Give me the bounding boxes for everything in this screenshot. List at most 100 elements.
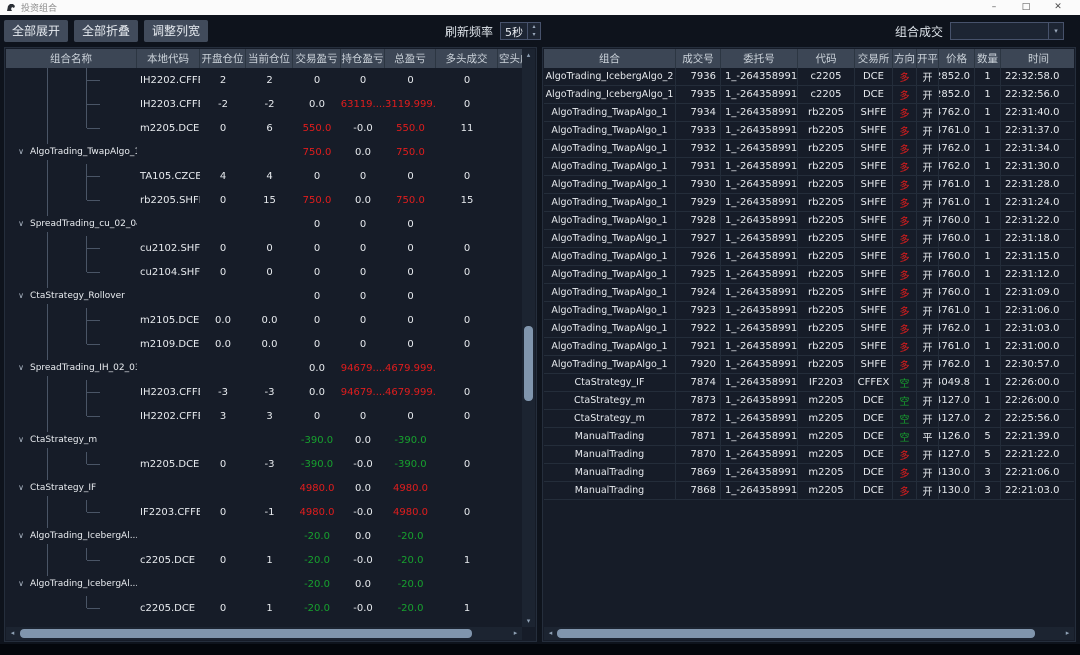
close-icon[interactable]: ✕ xyxy=(1042,0,1074,15)
column-header[interactable]: 开平 xyxy=(917,49,939,68)
cell: IH2202.CFFEX xyxy=(137,68,200,92)
trade-row[interactable]: CtaStrategy_m78721_-264358991_6m2205DCE空… xyxy=(544,410,1074,428)
chevron-down-icon[interactable]: ∨ xyxy=(14,577,28,591)
chevron-down-icon[interactable]: ∨ xyxy=(14,481,28,495)
trade-row[interactable]: AlgoTrading_IcebergAlgo_179351_-26435899… xyxy=(544,86,1074,104)
trade-row[interactable]: AlgoTrading_TwapAlgo_179341_-264358991..… xyxy=(544,104,1074,122)
column-header[interactable]: 交易盈亏 xyxy=(293,49,341,68)
trade-row[interactable]: AlgoTrading_TwapAlgo_179281_-264358991..… xyxy=(544,212,1074,230)
trade-row[interactable]: CtaStrategy_IF78741_-264358991_8IF2203CF… xyxy=(544,374,1074,392)
spin-down-icon[interactable]: ▾ xyxy=(528,31,540,39)
tree-group-row[interactable]: ∨AlgoTrading_IcebergAl...-20.00.0-20.0 xyxy=(6,524,522,548)
trade-row[interactable]: AlgoTrading_TwapAlgo_179241_-264358991..… xyxy=(544,284,1074,302)
horizontal-scrollbar[interactable]: ◂ ▸ xyxy=(544,627,1074,640)
scrollbar-thumb[interactable] xyxy=(524,326,533,401)
tree-child-row[interactable]: cu2102.SHFE000000 xyxy=(6,236,522,260)
vertical-scrollbar[interactable]: ▴ ▾ xyxy=(522,49,535,627)
column-header[interactable]: 开盘仓位 xyxy=(200,49,246,68)
column-header[interactable]: 多头成交 xyxy=(436,49,498,68)
column-header[interactable]: 本地代码 xyxy=(137,49,200,68)
column-header[interactable]: 时间 xyxy=(1001,49,1074,68)
tree-group-row[interactable]: ∨SpreadTrading_IH_02_030.094679....94679… xyxy=(6,356,522,380)
trade-row[interactable]: AlgoTrading_TwapAlgo_179261_-264358991..… xyxy=(544,248,1074,266)
chevron-down-icon[interactable]: ∨ xyxy=(14,289,28,303)
chevron-down-icon[interactable]: ∨ xyxy=(14,361,28,375)
cell xyxy=(498,548,522,572)
tree-child-row[interactable]: cu2104.SHFE000000 xyxy=(6,260,522,284)
spin-up-icon[interactable]: ▴ xyxy=(528,23,540,31)
trade-row[interactable]: AlgoTrading_TwapAlgo_179211_-264358991..… xyxy=(544,338,1074,356)
chevron-down-icon[interactable]: ∨ xyxy=(14,529,28,543)
column-header[interactable]: 交易所 xyxy=(855,49,893,68)
resize-columns-button[interactable]: 调整列宽 xyxy=(144,20,208,42)
column-header[interactable]: 空头成交 xyxy=(498,49,522,68)
scroll-right-icon[interactable]: ▸ xyxy=(1061,627,1074,639)
trade-row[interactable]: AlgoTrading_IcebergAlgo_279361_-26435899… xyxy=(544,68,1074,86)
column-header[interactable]: 成交号 xyxy=(676,49,721,68)
minimize-icon[interactable]: – xyxy=(978,0,1010,15)
trade-row[interactable]: AlgoTrading_TwapAlgo_179221_-264358991..… xyxy=(544,320,1074,338)
tree-child-row[interactable]: rb2205.SHFE015750.00.0750.015 xyxy=(6,188,522,212)
scrollbar-thumb[interactable] xyxy=(20,629,472,638)
portfolio-filter-combobox[interactable]: ▾ xyxy=(950,22,1064,40)
tree-group-row[interactable]: ∨AlgoTrading_IcebergAl...-20.00.0-20.0 xyxy=(6,572,522,596)
chevron-down-icon[interactable]: ▾ xyxy=(1048,23,1063,39)
trade-row[interactable]: AlgoTrading_TwapAlgo_179231_-264358991..… xyxy=(544,302,1074,320)
trade-row[interactable]: AlgoTrading_TwapAlgo_179321_-264358991..… xyxy=(544,140,1074,158)
maximize-icon[interactable]: □ xyxy=(1010,0,1042,15)
tree-child-row[interactable]: IH2203.CFFEX-2-20.063119....63119.999...… xyxy=(6,92,522,116)
tree-group-row[interactable]: ∨CtaStrategy_m-390.00.0-390.0 xyxy=(6,428,522,452)
column-header[interactable]: 当前仓位 xyxy=(246,49,293,68)
trade-row[interactable]: ManualTrading78681_-264358991_1m2205DCE多… xyxy=(544,482,1074,500)
trade-row[interactable]: AlgoTrading_TwapAlgo_179201_-264358991_9… xyxy=(544,356,1074,374)
tree-child-row[interactable]: IH2202.CFFEX330000 xyxy=(6,404,522,428)
scroll-left-icon[interactable]: ◂ xyxy=(544,627,557,639)
chevron-down-icon[interactable]: ∨ xyxy=(14,217,28,231)
chevron-down-icon[interactable]: ∨ xyxy=(14,433,28,447)
trade-row[interactable]: ManualTrading78711_-264358991_5m2205DCE空… xyxy=(544,428,1074,446)
collapse-all-button[interactable]: 全部折叠 xyxy=(74,20,138,42)
trade-row[interactable]: AlgoTrading_TwapAlgo_179331_-264358991..… xyxy=(544,122,1074,140)
tree-group-row[interactable]: ∨CtaStrategy_IF4980.00.04980.0 xyxy=(6,476,522,500)
column-header[interactable]: 方向 xyxy=(893,49,917,68)
chevron-down-icon[interactable]: ∨ xyxy=(14,145,28,159)
trade-row[interactable]: CtaStrategy_m78731_-264358991_7m2205DCE空… xyxy=(544,392,1074,410)
scroll-left-icon[interactable]: ◂ xyxy=(6,627,19,639)
trade-row[interactable]: AlgoTrading_TwapAlgo_179311_-264358991..… xyxy=(544,158,1074,176)
scroll-down-icon[interactable]: ▾ xyxy=(522,615,535,627)
trade-row[interactable]: ManualTrading78691_-264358991_2m2205DCE多… xyxy=(544,464,1074,482)
tree-child-row[interactable]: IH2202.CFFEX220000 xyxy=(6,68,522,92)
tree-child-row[interactable]: m2109.DCE0.00.00000 xyxy=(6,332,522,356)
tree-child-row[interactable]: m2105.DCE0.00.00000 xyxy=(6,308,522,332)
column-header[interactable]: 组合名称 xyxy=(6,49,137,68)
tree-child-row[interactable]: TA105.CZCE440000 xyxy=(6,164,522,188)
column-header[interactable]: 持仓盈亏 xyxy=(341,49,385,68)
refresh-frequency-spinner[interactable]: 5秒 ▴ ▾ xyxy=(500,22,541,40)
trade-row[interactable]: AlgoTrading_TwapAlgo_179291_-264358991..… xyxy=(544,194,1074,212)
scroll-up-icon[interactable]: ▴ xyxy=(522,49,535,61)
tree-group-row[interactable]: ∨AlgoTrading_TwapAlgo_1750.00.0750.0 xyxy=(6,140,522,164)
tree-group-row[interactable]: ∨CtaStrategy_Rollover000 xyxy=(6,284,522,308)
column-header[interactable]: 委托号 xyxy=(721,49,798,68)
column-header[interactable]: 组合 xyxy=(544,49,676,68)
tree-child-row[interactable]: c2205.DCE01-20.0-0.0-20.01 xyxy=(6,548,522,572)
expand-all-button[interactable]: 全部展开 xyxy=(4,20,68,42)
tree-group-row[interactable]: ∨SpreadTrading_cu_02_04000 xyxy=(6,212,522,236)
tree-child-row[interactable]: c2205.DCE01-20.0-0.0-20.01 xyxy=(6,596,522,620)
column-header[interactable]: 代码 xyxy=(798,49,855,68)
trade-row[interactable]: ManualTrading78701_-264358991_3m2205DCE多… xyxy=(544,446,1074,464)
column-header[interactable]: 总盈亏 xyxy=(385,49,436,68)
tree-child-row[interactable]: m2205.DCE0-3-390.0-0.0-390.00 xyxy=(6,452,522,476)
trade-row[interactable]: AlgoTrading_TwapAlgo_179301_-264358991..… xyxy=(544,176,1074,194)
scrollbar-thumb[interactable] xyxy=(557,629,1035,638)
trade-row[interactable]: AlgoTrading_TwapAlgo_179251_-264358991..… xyxy=(544,266,1074,284)
refresh-frequency-value[interactable]: 5秒 xyxy=(501,23,527,39)
column-header[interactable]: 价格 xyxy=(939,49,975,68)
horizontal-scrollbar[interactable]: ◂ ▸ xyxy=(6,627,522,640)
tree-child-row[interactable]: IH2203.CFFEX-3-30.094679....94679.999...… xyxy=(6,380,522,404)
column-header[interactable]: 数量 xyxy=(975,49,1001,68)
tree-child-row[interactable]: m2205.DCE06550.0-0.0550.011 xyxy=(6,116,522,140)
scroll-right-icon[interactable]: ▸ xyxy=(509,627,522,639)
tree-child-row[interactable]: IF2203.CFFEX0-14980.0-0.04980.00 xyxy=(6,500,522,524)
trade-row[interactable]: AlgoTrading_TwapAlgo_179271_-264358991..… xyxy=(544,230,1074,248)
